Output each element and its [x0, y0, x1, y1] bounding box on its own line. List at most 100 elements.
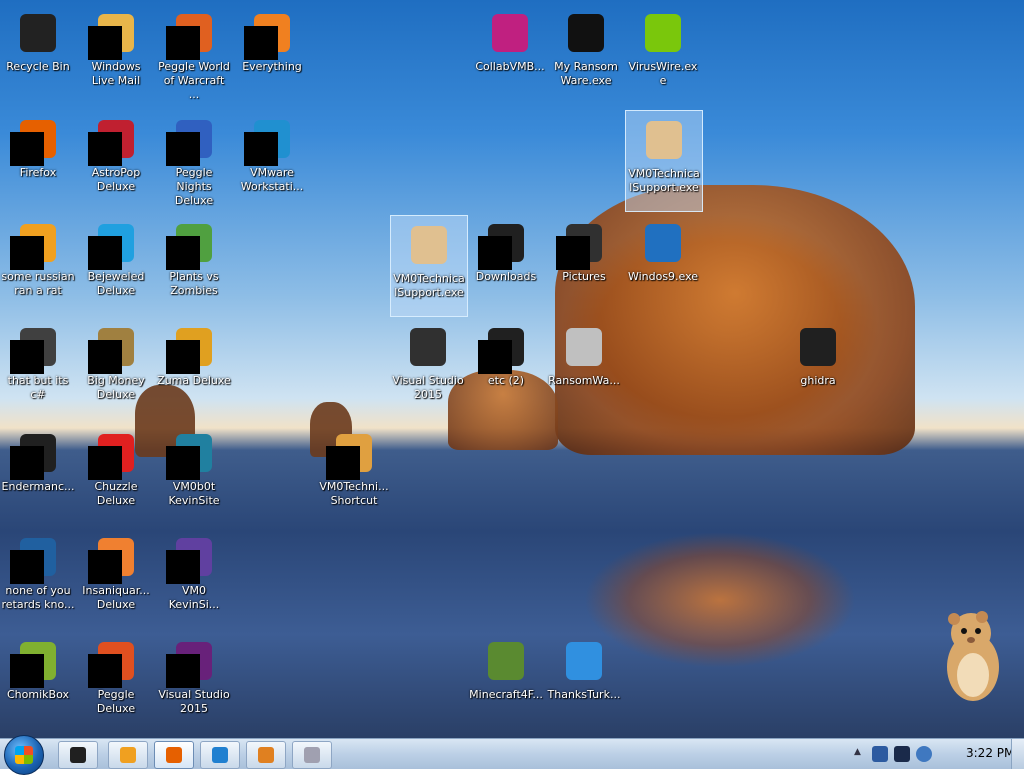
peggle-deluxe-icon: [88, 638, 140, 688]
bejeweled-icon: [88, 220, 140, 270]
vmware-icon: [244, 116, 296, 166]
desktop-icon-etc-2[interactable]: etc (2): [468, 318, 544, 418]
desktop-icon-zuma[interactable]: Zuma Deluxe: [156, 318, 232, 418]
desktop-icon-peggle-world-of-warcraft[interactable]: Peggle World of Warcraft ...: [156, 4, 232, 104]
desktop-icon-vm0b0t-kevinsite[interactable]: VM0b0t KevinSite: [156, 424, 232, 524]
desktop-icon-label: VM0 KevinSi...: [168, 584, 220, 611]
vm0-kevinsi-icon: [166, 534, 218, 584]
firefox-icon: [166, 747, 182, 763]
ghidra-icon: [794, 324, 842, 372]
desktop[interactable]: Recycle Bin Windows Live Mail Peggle World…: [0, 0, 1024, 738]
desktop-icon-that-but-its-csharp[interactable]: that but its c#: [0, 318, 76, 418]
desktop-icon-vmware[interactable]: VMware Workstati...: [234, 110, 310, 210]
clock[interactable]: 3:22 PM: [966, 746, 1014, 760]
taskbar-button-media-player[interactable]: [108, 741, 148, 769]
desktop-icon-firefox[interactable]: Firefox: [0, 110, 76, 210]
desktop-icon-astropop[interactable]: AstroPop Deluxe: [78, 110, 154, 210]
desktop-icon-label: Big Money Deluxe: [87, 374, 145, 401]
desktop-icon-my-ransomware[interactable]: My Ransom Ware.exe: [548, 4, 624, 104]
show-desktop-button[interactable]: [1011, 739, 1024, 769]
redaction-box: [166, 446, 200, 480]
desktop-icon-downloads[interactable]: Downloads: [468, 214, 544, 314]
tray-monitor-icon[interactable]: [894, 746, 910, 762]
desktop-icon-collabvm[interactable]: CollabVMB...: [472, 4, 548, 104]
redaction-box: [166, 26, 200, 60]
desktop-icon-label: Windows Live Mail: [91, 60, 141, 87]
desktop-icon-peggle-nights[interactable]: Peggle Nights Deluxe: [156, 110, 232, 210]
desktop-icon-label: Visual Studio 2015: [392, 374, 464, 401]
none-of-you-icon: [10, 534, 62, 584]
desktop-icon-windows-live-mail[interactable]: Windows Live Mail: [78, 4, 154, 104]
desktop-icon-label: Insaniquar... Deluxe: [82, 584, 150, 611]
peggle-world-of-warcraft-icon: [166, 10, 218, 60]
start-button[interactable]: [4, 735, 44, 775]
redaction-box: [478, 340, 512, 374]
redaction-box: [88, 654, 122, 688]
redaction-box: [10, 236, 44, 270]
desktop-icon-windos9[interactable]: Windos9.exe: [625, 214, 701, 314]
desktop-icon-label: Peggle World of Warcraft ...: [158, 60, 230, 101]
desktop-icon-visual-studio-folder[interactable]: Visual Studio 2015: [390, 318, 466, 418]
desktop-icon-vm0-kevinsi[interactable]: VM0 KevinSi...: [156, 528, 232, 628]
redaction-box: [166, 654, 200, 688]
desktop-icon-label: VMware Workstati...: [240, 166, 304, 193]
desktop-icon-label: VM0Technica lSupport.exe: [628, 167, 700, 194]
vm0-technical-support-icon-graphic: [646, 121, 682, 159]
taskbar-button-cmd[interactable]: [58, 741, 98, 769]
recycle-bin-icon-graphic: [20, 14, 56, 52]
vm0-technical-support-icon: [640, 117, 688, 165]
desktop-icon-label: VirusWire.exe: [628, 60, 698, 87]
desktop-icon-bejeweled[interactable]: Bejeweled Deluxe: [78, 214, 154, 314]
redaction-box: [10, 550, 44, 584]
desktop-icon-plants-vs-zombies[interactable]: Plants vs Zombies: [156, 214, 232, 314]
astropop-icon: [88, 116, 140, 166]
tray-volume-icon[interactable]: [916, 746, 932, 762]
desktop-icon-chomikbox[interactable]: ChomikBox: [0, 632, 76, 732]
desktop-icon-label: My Ransom Ware.exe: [554, 60, 618, 87]
firefox-icon: [10, 116, 62, 166]
desktop-icon-insaniquarium[interactable]: Insaniquar... Deluxe: [78, 528, 154, 628]
desktop-icon-endermanch[interactable]: Endermanc...: [0, 424, 76, 524]
tray-network-icon[interactable]: [872, 746, 888, 762]
desktop-icon-ghidra[interactable]: ghidra: [780, 318, 856, 418]
desktop-icon-thanksturk[interactable]: ThanksTurk...: [546, 632, 622, 732]
desktop-icon-ransomware[interactable]: RansomWa...: [546, 318, 622, 418]
insaniquarium-icon: [88, 534, 140, 584]
desktop-icon-visual-studio-2015[interactable]: Visual Studio 2015: [156, 632, 232, 732]
desktop-icon-vm0-technical-support[interactable]: VM0Technica lSupport.exe: [625, 110, 703, 212]
taskbar-button-ie[interactable]: [200, 741, 240, 769]
app-icon: [304, 747, 320, 763]
desktop-icon-none-of-you[interactable]: none of you retards kno...: [0, 528, 76, 628]
desktop-icon-some-russian[interactable]: some russian ran a rat: [0, 214, 76, 314]
desktop-icon-everything[interactable]: Everything: [234, 4, 310, 104]
desktop-icon-label: Chuzzle Deluxe: [94, 480, 138, 507]
desktop-icon-viruswire[interactable]: VirusWire.exe: [625, 4, 701, 104]
desktop-icon-vm0-support-drag[interactable]: VM0TechnicalSupport.exe: [390, 215, 468, 317]
tray-overflow-arrow-icon[interactable]: ▲: [854, 747, 861, 757]
thanksturk-icon: [560, 638, 608, 686]
desktop-icon-recycle-bin[interactable]: Recycle Bin: [0, 4, 76, 104]
visual-studio-2015-icon: [166, 638, 218, 688]
desktop-icon-chuzzle[interactable]: Chuzzle Deluxe: [78, 424, 154, 524]
that-but-its-csharp-icon: [10, 324, 62, 374]
desktop-icon-minecraft4f[interactable]: Minecraft4F...: [468, 632, 544, 732]
minecraft4f-icon-graphic: [488, 642, 524, 680]
desktop-icon-label: Visual Studio 2015: [158, 688, 230, 715]
desktop-icon-label: Everything: [242, 60, 302, 73]
peggle-nights-icon: [166, 116, 218, 166]
hamster-image: [947, 611, 999, 701]
taskbar-button-app[interactable]: [292, 741, 332, 769]
pictures-icon: [556, 220, 608, 270]
desktop-icon-big-money[interactable]: Big Money Deluxe: [78, 318, 154, 418]
vm0techni-shortcut-icon: [326, 430, 378, 480]
desktop-icon-label: ThanksTurk...: [547, 688, 621, 701]
desktop-icon-label: ChomikBox: [7, 688, 69, 701]
desktop-icon-peggle-deluxe[interactable]: Peggle Deluxe: [78, 632, 154, 732]
taskbar-button-firefox[interactable]: [154, 741, 194, 769]
taskbar-button-vmware[interactable]: [246, 741, 286, 769]
some-russian-icon: [10, 220, 62, 270]
desktop-icon-label: Zuma Deluxe: [157, 374, 231, 387]
desktop-icon-vm0techni-shortcut[interactable]: VM0Techni... Shortcut: [316, 424, 392, 524]
desktop-icon-label: Plants vs Zombies: [169, 270, 219, 297]
desktop-icon-pictures[interactable]: Pictures: [546, 214, 622, 314]
